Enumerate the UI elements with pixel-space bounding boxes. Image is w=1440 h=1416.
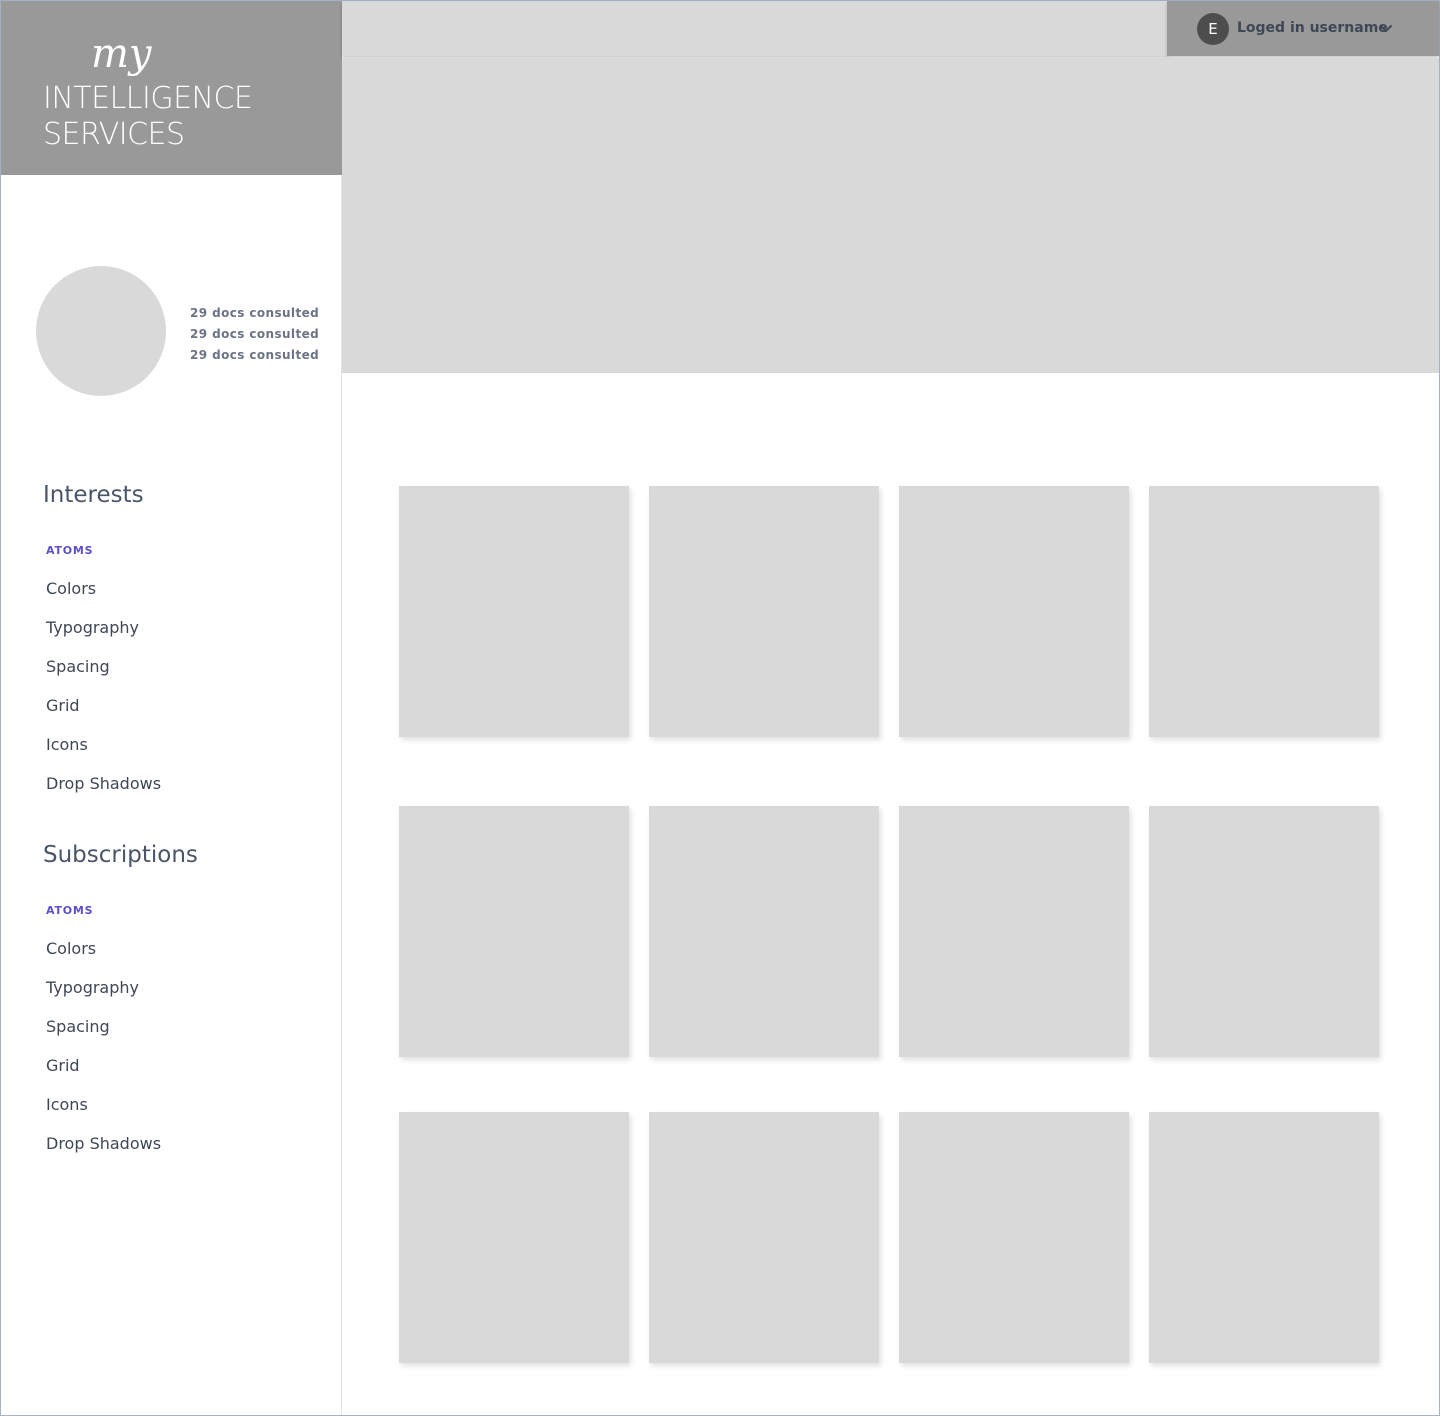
user-menu[interactable]: E Loged in username	[1167, 1, 1439, 56]
interests-item-grid[interactable]: Grid	[46, 696, 80, 715]
subscriptions-item-typography[interactable]: Typography	[46, 978, 139, 997]
subscriptions-category-atoms: ATOMS	[46, 904, 94, 917]
content-card[interactable]	[1149, 1112, 1379, 1363]
content-card[interactable]	[399, 806, 629, 1057]
content-card[interactable]	[899, 1112, 1129, 1363]
interests-item-spacing[interactable]: Spacing	[46, 657, 110, 676]
profile-avatar	[36, 266, 166, 396]
logo-line-2: SERVICES	[43, 117, 185, 152]
user-avatar: E	[1197, 13, 1229, 45]
profile-stats: 29 docs consulted 29 docs consulted 29 d…	[190, 303, 319, 366]
content-card[interactable]	[649, 806, 879, 1057]
hero-banner	[342, 58, 1439, 373]
interests-item-colors[interactable]: Colors	[46, 579, 96, 598]
content-card[interactable]	[1149, 806, 1379, 1057]
logo-line-1: INTELLIGENCE	[43, 81, 253, 116]
content-card[interactable]	[399, 486, 629, 737]
content-card[interactable]	[649, 486, 879, 737]
subscriptions-item-icons[interactable]: Icons	[46, 1095, 88, 1114]
logo-my: my	[91, 31, 152, 77]
subscriptions-item-grid[interactable]: Grid	[46, 1056, 80, 1075]
content-card[interactable]	[399, 1112, 629, 1363]
user-name: Loged in username	[1237, 20, 1388, 36]
content-card[interactable]	[899, 806, 1129, 1057]
top-bar	[342, 1, 1168, 56]
content-card[interactable]	[1149, 486, 1379, 737]
subscriptions-item-drop-shadows[interactable]: Drop Shadows	[46, 1134, 161, 1153]
stat-line: 29 docs consulted	[190, 306, 320, 320]
interests-item-typography[interactable]: Typography	[46, 618, 139, 637]
chevron-down-icon[interactable]	[1377, 20, 1395, 38]
interests-item-drop-shadows[interactable]: Drop Shadows	[46, 774, 161, 793]
sidebar: my INTELLIGENCE SERVICES 29 docs consult…	[1, 1, 342, 1415]
brand-logo[interactable]: my INTELLIGENCE SERVICES	[1, 1, 342, 175]
subscriptions-item-spacing[interactable]: Spacing	[46, 1017, 110, 1036]
content-card[interactable]	[899, 486, 1129, 737]
interests-title: Interests	[43, 482, 144, 508]
subscriptions-item-colors[interactable]: Colors	[46, 939, 96, 958]
stat-line: 29 docs consulted	[190, 348, 320, 362]
subscriptions-title: Subscriptions	[43, 842, 198, 868]
interests-item-icons[interactable]: Icons	[46, 735, 88, 754]
stat-line: 29 docs consulted	[190, 327, 320, 341]
content-card[interactable]	[649, 1112, 879, 1363]
interests-category-atoms: ATOMS	[46, 544, 94, 557]
